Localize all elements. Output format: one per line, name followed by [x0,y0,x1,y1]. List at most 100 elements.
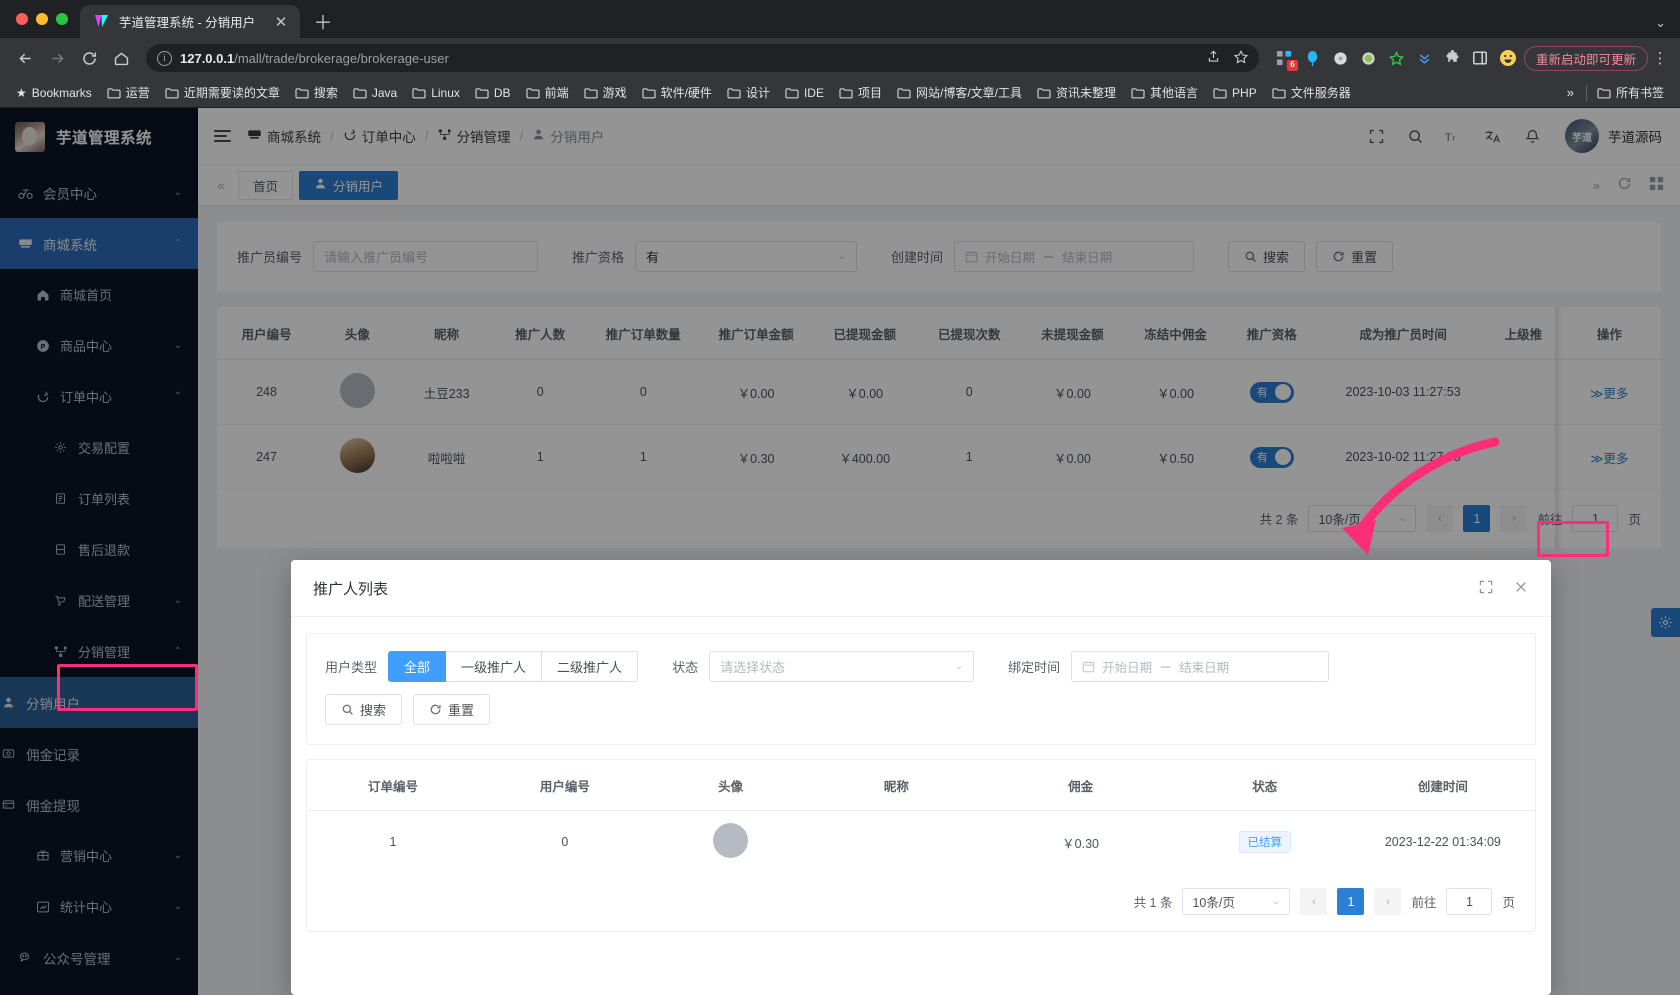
bookmark-item[interactable]: 游戏 [578,81,633,104]
page-number-1[interactable]: 1 [1337,888,1364,915]
folder-icon [1213,87,1227,99]
tab-list-chevron-icon[interactable]: ⌄ [1655,15,1666,31]
forward-icon[interactable] [42,43,72,73]
bookmark-item[interactable]: 运营 [101,81,156,104]
bookmark-item[interactable]: 软件/硬件 [636,81,718,104]
minimize-window-button[interactable] [36,13,48,25]
bookmark-label: DB [494,86,511,100]
bookmarks-overflow-icon[interactable]: » [1559,85,1582,100]
bookmark-item[interactable]: 项目 [833,81,888,104]
bookmark-label: 游戏 [603,84,627,101]
home-icon[interactable] [106,43,136,73]
folder-icon [353,87,367,99]
reload-icon[interactable] [74,43,104,73]
chrome-menu-icon[interactable]: ⋮ [1650,49,1670,67]
status-select[interactable]: 请选择状态 ⌄ [709,651,974,682]
site-info-icon[interactable]: i [157,51,172,66]
restart-to-update-button[interactable]: 重新启动即可更新 [1524,46,1648,71]
side-panel-icon[interactable] [1471,49,1490,68]
folder-icon [295,87,309,99]
back-icon[interactable] [10,43,40,73]
table-column-header: 状态 [1179,760,1351,811]
start-date-input[interactable]: 开始日期 [1102,657,1152,676]
dialog-title: 推广人列表 [313,578,388,599]
extension-ball-icon[interactable] [1331,49,1350,68]
bookmark-label: Java [372,86,397,100]
maximize-window-button[interactable] [56,13,68,25]
table-row[interactable]: 10￥0.30已结算2023-12-22 01:34:09 [307,811,1535,874]
prev-page-button[interactable]: ‹ [1300,888,1327,915]
star-icon: ★ [16,86,27,100]
address-bar[interactable]: i 127.0.0.1/mall/trade/brokerage/brokera… [146,44,1259,72]
bookmark-item[interactable]: 搜索 [289,81,344,104]
extension-chevrons-icon[interactable] [1415,49,1434,68]
user-type-option-0[interactable]: 全部 [388,651,446,682]
table-column-header: 订单编号 [307,760,479,811]
bookmark-item[interactable]: 前端 [520,81,575,104]
close-tab-icon[interactable]: ✕ [272,13,290,31]
total-count: 共 1 条 [1134,892,1173,911]
bookmark-label: 搜索 [314,84,338,101]
button-label: 搜索 [360,700,386,719]
profile-avatar-icon[interactable] [1499,49,1518,68]
folder-icon [642,87,656,99]
extension-balloon-icon[interactable] [1303,49,1322,68]
cell-commission: ￥0.30 [982,811,1178,874]
dialog-reset-button[interactable]: 重置 [413,694,490,725]
folder-icon [1272,87,1286,99]
promoter-table: 订单编号用户编号头像昵称佣金状态创建时间 10￥0.30已结算2023-12-2… [307,760,1535,873]
share-icon[interactable] [1206,49,1221,67]
user-type-option-1[interactable]: 一级推广人 [446,651,542,682]
bookmark-item[interactable]: Linux [406,83,466,103]
folder-icon [1597,87,1611,99]
bookmark-item[interactable]: 设计 [721,81,776,104]
user-type-segmented-control: 全部一级推广人二级推广人 [388,651,638,682]
table-header-row: 订单编号用户编号头像昵称佣金状态创建时间 [307,760,1535,811]
filter-bind-time: 绑定时间 开始日期 － 结束日期 [1008,651,1329,682]
extension-green-circle-icon[interactable] [1359,49,1378,68]
bookmark-star-icon[interactable] [1233,49,1249,68]
bookmark-item[interactable]: 其他语言 [1125,81,1204,104]
calendar-icon [1082,660,1095,673]
bookmark-label: Linux [431,86,460,100]
extension-grid-icon[interactable]: 6 [1275,49,1294,68]
next-page-button[interactable]: › [1374,888,1401,915]
bookmark-item[interactable]: DB [469,83,517,103]
button-label: 重置 [448,700,474,719]
new-tab-icon[interactable]: ＋ [309,7,337,35]
expand-icon[interactable] [1478,579,1494,598]
bookmark-item[interactable]: 资讯未整理 [1031,81,1122,104]
bookmark-item[interactable]: 文件服务器 [1266,81,1357,104]
bind-time-range-picker[interactable]: 开始日期 － 结束日期 [1071,651,1329,682]
folder-icon [107,87,121,99]
extension-star-icon[interactable] [1387,49,1406,68]
cell-avatar [651,811,811,874]
folder-icon [897,87,911,99]
url-host: 127.0.0.1 [180,51,234,66]
browser-tab[interactable]: 芋道管理系统 - 分销用户 ✕ [80,5,300,38]
table-column-header: 昵称 [810,760,982,811]
end-date-input[interactable]: 结束日期 [1179,657,1229,676]
bookmark-item[interactable]: PHP [1207,83,1263,103]
goto-page-input[interactable]: 1 [1446,888,1492,915]
divider [1586,85,1587,101]
window-controls[interactable] [10,0,80,38]
bookmark-item-bookmarks[interactable]: ★ Bookmarks [10,83,98,103]
close-window-button[interactable] [16,13,28,25]
chevron-down-icon: ⌄ [955,661,963,672]
bookmark-item[interactable]: 近期需要读的文章 [159,81,286,104]
user-type-option-2[interactable]: 二级推广人 [542,651,638,682]
cell-order-id: 1 [307,811,479,874]
bookmark-item[interactable]: 网站/博客/文章/工具 [891,81,1028,104]
bookmark-label: PHP [1232,86,1257,100]
table-column-header: 创建时间 [1351,760,1535,811]
extensions-puzzle-icon[interactable] [1443,49,1462,68]
bookmark-item[interactable]: Java [347,83,403,103]
page-size-select[interactable]: 10条/页 ⌄ [1182,888,1290,915]
bookmark-item[interactable]: IDE [779,83,830,103]
bookmark-item-all-bookmarks[interactable]: 所有书签 [1591,81,1670,104]
bookmark-label: 前端 [545,84,569,101]
dialog-body: 用户类型 全部一级推广人二级推广人 状态 请选择状态 ⌄ 绑定时间 [291,617,1551,932]
dialog-search-button[interactable]: 搜索 [325,694,402,725]
close-icon[interactable] [1513,579,1529,598]
